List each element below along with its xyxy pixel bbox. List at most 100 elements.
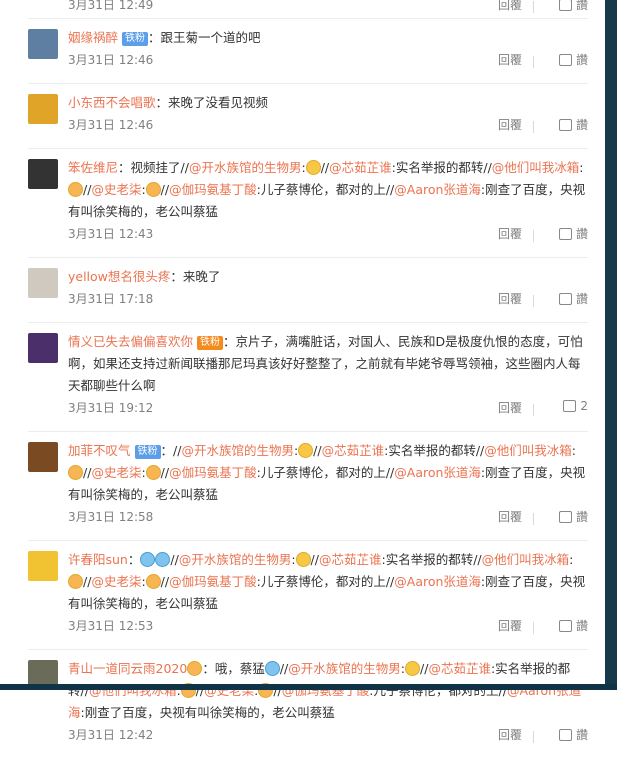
mention-link[interactable]: @他们叫我冰箱 <box>484 443 572 458</box>
reply-button[interactable]: 回覆 <box>498 726 522 743</box>
comment-username[interactable]: 笨佐维尼 <box>68 160 118 175</box>
comment-text: :实名举报的都转// <box>381 552 482 567</box>
avatar[interactable] <box>28 268 58 298</box>
comment-username[interactable]: 情义已失去偏偏喜欢你 <box>68 334 193 349</box>
comment-username[interactable]: 加菲不叹气 <box>68 443 131 458</box>
comment-body: 情义已失去偏偏喜欢你 铁粉 ：京片子，满嘴脏话，对国人、民族和D是极度仇恨的态度，… <box>68 323 588 397</box>
reply-button[interactable]: 回覆 <box>498 617 522 634</box>
mention-link[interactable]: @他们叫我冰箱 <box>492 160 580 175</box>
comment-body: yellow想名很头疼：来晚了 <box>68 258 588 288</box>
smile-emoji-icon <box>298 443 314 458</box>
thumbs-up-icon <box>558 511 572 523</box>
comment-text: // <box>160 465 170 480</box>
mention-link[interactable]: @芯茹芷谁 <box>329 160 392 175</box>
comment-text: : <box>569 552 574 567</box>
reply-button[interactable]: 回覆 <box>498 51 522 68</box>
like-label: 讚 <box>575 510 588 524</box>
mention-link[interactable]: @Aaron张道海 <box>394 182 481 197</box>
mention-link[interactable]: @开水族馆的生物男 <box>181 443 294 458</box>
like-button[interactable]: 2 <box>530 399 588 413</box>
comment-time: 3月31日 12:46 <box>68 53 154 67</box>
comment-item: 许春阳sun：//@开水族馆的生物男://@芯茹芷谁:实名举报的都转//@他们叫… <box>28 541 588 650</box>
mention-link[interactable]: @他们叫我冰箱 <box>482 552 570 567</box>
like-label: 讚 <box>575 227 588 241</box>
reply-button[interactable]: 回覆 <box>498 116 522 133</box>
lick-emoji-icon <box>145 182 161 197</box>
like-button[interactable]: 讚 <box>530 290 588 307</box>
comment-text: ： <box>127 552 141 567</box>
mention-link[interactable]: @芯茹芷谁 <box>428 661 491 676</box>
like-button[interactable]: 讚 <box>530 0 588 13</box>
comment-meta: 3月31日 12:58 回覆 讚 <box>68 508 588 530</box>
comment-text: :儿子蔡博伦，都对的上// <box>256 182 395 197</box>
comment-username[interactable]: 姻缘祸醉 <box>68 30 118 45</box>
reply-button[interactable]: 回覆 <box>498 399 522 416</box>
microphone-emoji-icon <box>140 552 156 567</box>
comment-meta: 3月31日 12:49 回覆 讚 <box>68 0 588 18</box>
comment-item: yellow想名很头疼：来晚了 3月31日 17:18 回覆 讚 <box>28 258 588 323</box>
mention-link[interactable]: @伽玛氨基丁酸 <box>169 465 257 480</box>
comment-text: :儿子蔡博伦，都对的上// <box>256 574 395 589</box>
comment-text: : <box>579 160 584 175</box>
like-button[interactable]: 讚 <box>530 225 588 242</box>
like-button[interactable]: 讚 <box>530 617 588 634</box>
comment-text: // <box>320 160 330 175</box>
comment-text: // <box>170 552 179 567</box>
smile-emoji-icon <box>405 661 420 676</box>
comment-item: 笨佐维尼：视频挂了//@开水族馆的生物男://@芯茹芷谁:实名举报的都转//@他… <box>28 149 588 258</box>
avatar[interactable] <box>28 29 58 59</box>
thumbs-up-icon <box>558 620 572 632</box>
thumbs-up-icon <box>558 228 572 240</box>
reply-button[interactable]: 回覆 <box>498 290 522 307</box>
like-button[interactable]: 讚 <box>530 726 588 743</box>
comment-body: 笨佐维尼：视频挂了//@开水族馆的生物男://@芯茹芷谁:实名举报的都转//@他… <box>68 149 588 223</box>
mention-link[interactable]: @开水族馆的生物男 <box>189 160 302 175</box>
comment-item: 小东西不会唱歌：来晚了没看见视频 3月31日 12:46 回覆 讚 <box>28 84 588 149</box>
thumbs-up-icon <box>558 729 572 741</box>
avatar[interactable] <box>28 442 58 472</box>
like-button[interactable]: 讚 <box>530 116 588 133</box>
mention-link[interactable]: @Aaron张道海 <box>394 574 481 589</box>
comment-text: ：// <box>160 443 182 458</box>
comment-meta: 3月31日 19:12 回覆 2 <box>68 399 588 421</box>
comment-text: // <box>313 443 322 458</box>
avatar[interactable] <box>28 551 58 581</box>
mention-link[interactable]: @伽玛氨基丁酸 <box>169 574 257 589</box>
like-button[interactable]: 讚 <box>530 51 588 68</box>
like-label: 讚 <box>575 292 588 306</box>
fan-badge: 铁粉 <box>134 445 161 459</box>
reply-button[interactable]: 回覆 <box>498 508 522 525</box>
comment-time: 3月31日 12:43 <box>68 227 154 241</box>
lick-emoji-icon <box>68 182 83 197</box>
comment-text: :刚查了百度，央视有叫徐笑梅的，老公叫蔡猛 <box>80 705 335 720</box>
comment-text: :实名举报的都转// <box>391 160 492 175</box>
avatar[interactable] <box>28 94 58 124</box>
comment-text: // <box>160 182 170 197</box>
mention-link[interactable]: @开水族馆的生物男 <box>288 661 401 676</box>
comment-text: :儿子蔡博伦，都对的上// <box>256 465 395 480</box>
mention-link[interactable]: @芯茹芷谁 <box>319 552 382 567</box>
like-button[interactable]: 讚 <box>530 508 588 525</box>
fan-badge: 铁粉 <box>122 32 148 46</box>
comment-username[interactable]: 青山一道同云雨2020 <box>68 661 187 676</box>
mention-link[interactable]: @史老柒 <box>91 574 141 589</box>
thumbs-up-icon <box>558 293 572 305</box>
mention-link[interactable]: @开水族馆的生物男 <box>179 552 292 567</box>
reply-button[interactable]: 回覆 <box>498 0 522 13</box>
window-frame-right <box>605 0 617 690</box>
lick-emoji-icon <box>68 574 83 589</box>
reply-button[interactable]: 回覆 <box>498 225 522 242</box>
mention-link[interactable]: @芯茹芷谁 <box>322 443 385 458</box>
mention-link[interactable]: @史老柒 <box>91 465 141 480</box>
thumbs-up-icon <box>558 54 572 66</box>
mention-link[interactable]: @伽玛氨基丁酸 <box>169 182 257 197</box>
comment-username[interactable]: 小东西不会唱歌 <box>68 95 156 110</box>
avatar[interactable] <box>28 333 58 363</box>
comment-body: 小东西不会唱歌：来晚了没看见视频 <box>68 84 588 114</box>
avatar[interactable] <box>28 159 58 189</box>
comment-item: 情义已失去偏偏喜欢你 铁粉 ：京片子，满嘴脏话，对国人、民族和D是极度仇恨的态度，… <box>28 323 588 432</box>
mention-link[interactable]: @史老柒 <box>91 182 141 197</box>
mention-link[interactable]: @Aaron张道海 <box>394 465 481 480</box>
comment-username[interactable]: yellow想名很头疼 <box>68 269 170 284</box>
comment-username[interactable]: 许春阳sun <box>68 552 128 567</box>
